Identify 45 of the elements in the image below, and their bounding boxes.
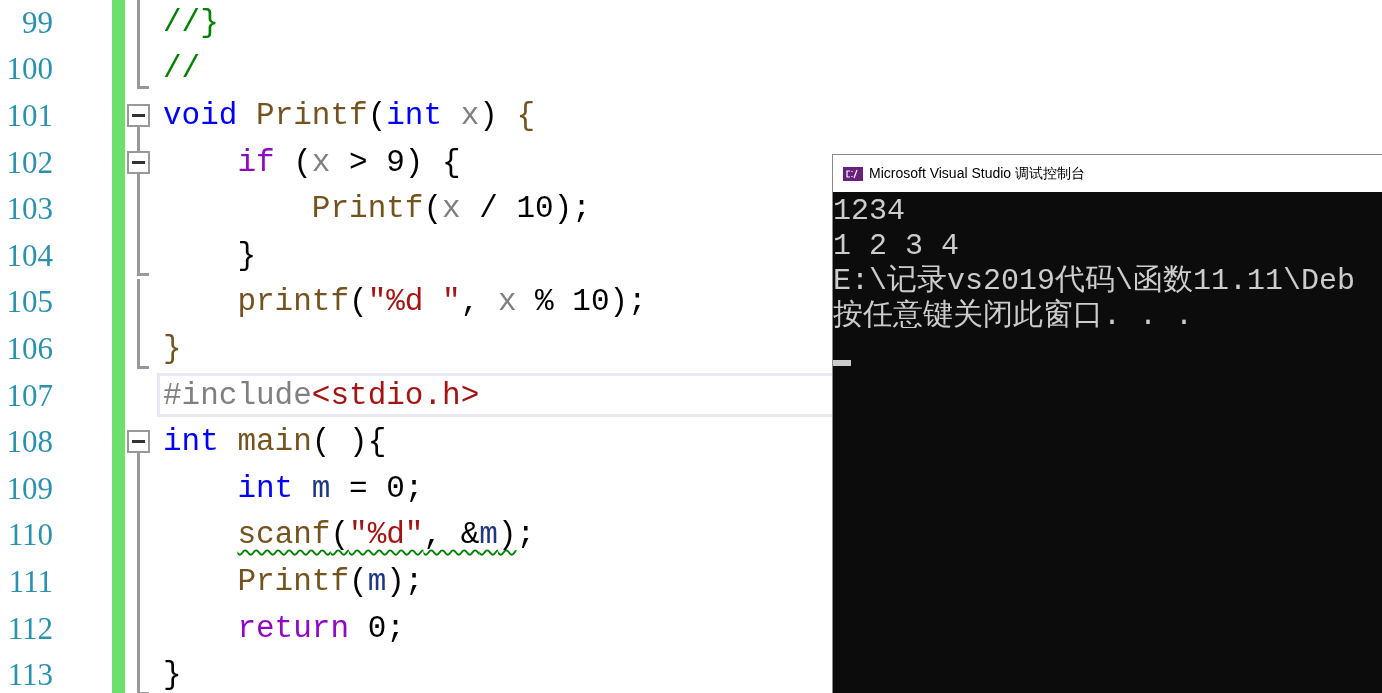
collapse-toggle[interactable] — [127, 430, 150, 454]
code-line: int m = 0; — [236, 472, 424, 504]
code-line: if (x > 9) { — [236, 146, 461, 178]
console-output-line: 1 2 3 4 — [833, 229, 961, 264]
code-line: } — [236, 239, 256, 271]
minus-icon — [132, 440, 145, 444]
code-line: void Printf(int x) { — [163, 100, 536, 131]
line-number: 104 — [5, 239, 53, 271]
console-app-icon — [843, 166, 863, 181]
window-title: Microsoft Visual Studio 调试控制台 — [869, 164, 1086, 183]
code-line: int main( ){ — [163, 426, 387, 458]
line-number: 108 — [5, 426, 53, 458]
code-line: //} — [163, 6, 219, 38]
text-cursor — [833, 360, 851, 366]
line-number: 110 — [6, 519, 53, 551]
code-line: } — [163, 332, 182, 364]
code-line: } — [163, 659, 182, 691]
line-number: 101 — [5, 100, 53, 131]
change-bar — [112, 0, 125, 46]
line-number: 100 — [5, 53, 53, 85]
line-number: 112 — [6, 612, 53, 644]
line-number: 107 — [5, 379, 53, 411]
line-number: 109 — [5, 472, 53, 504]
code-line: printf("%d ", x % 10); — [236, 286, 647, 318]
minus-icon — [132, 160, 145, 164]
code-line: Printf(m); — [236, 565, 424, 597]
console-output-line: E:\记录vs2019代码\函数11.11\Deb — [833, 264, 1357, 298]
line-number: 111 — [7, 565, 53, 597]
code-line: scanf("%d", &m); — [236, 519, 536, 551]
code-line: Printf(x / 10); — [310, 193, 591, 225]
line-number: 103 — [5, 193, 53, 225]
line-number: 113 — [6, 659, 53, 691]
minus-icon — [132, 114, 145, 118]
line-number: 105 — [5, 286, 53, 318]
line-number: 99 — [21, 6, 53, 38]
change-bar — [112, 651, 125, 693]
code-line: return 0; — [236, 612, 405, 644]
code-line: #include<stdio.h> — [163, 379, 480, 411]
line-number: 102 — [5, 146, 53, 178]
console-output-line: 按任意键关闭此窗口. . . — [833, 299, 1194, 334]
line-number: 106 — [5, 332, 53, 364]
console-output-line: 1234 — [833, 194, 906, 229]
code-line: // — [163, 53, 201, 85]
collapse-toggle[interactable] — [127, 150, 150, 174]
collapse-toggle[interactable] — [127, 104, 150, 128]
